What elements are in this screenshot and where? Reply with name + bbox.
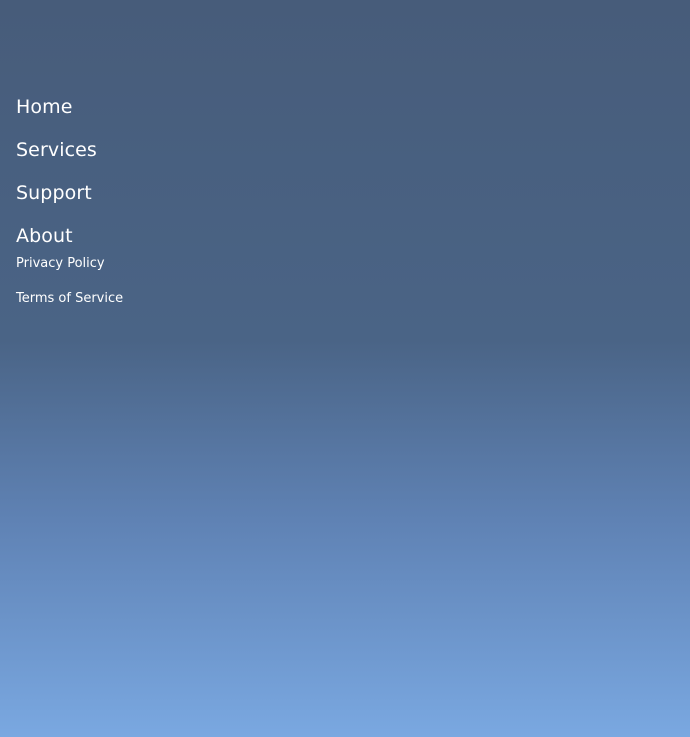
nav-item-about[interactable]: About	[16, 223, 123, 249]
nav-item-support[interactable]: Support	[16, 180, 123, 206]
nav-item-home[interactable]: Home	[16, 94, 123, 120]
primary-nav: Home Services Support About	[16, 94, 123, 249]
terms-of-service-link[interactable]: Terms of Service	[16, 290, 123, 308]
navigation-menu: Home Services Support About Privacy Poli…	[16, 94, 123, 325]
secondary-nav: Privacy Policy Terms of Service	[16, 255, 123, 325]
nav-item-services[interactable]: Services	[16, 137, 123, 163]
privacy-policy-link[interactable]: Privacy Policy	[16, 255, 123, 273]
